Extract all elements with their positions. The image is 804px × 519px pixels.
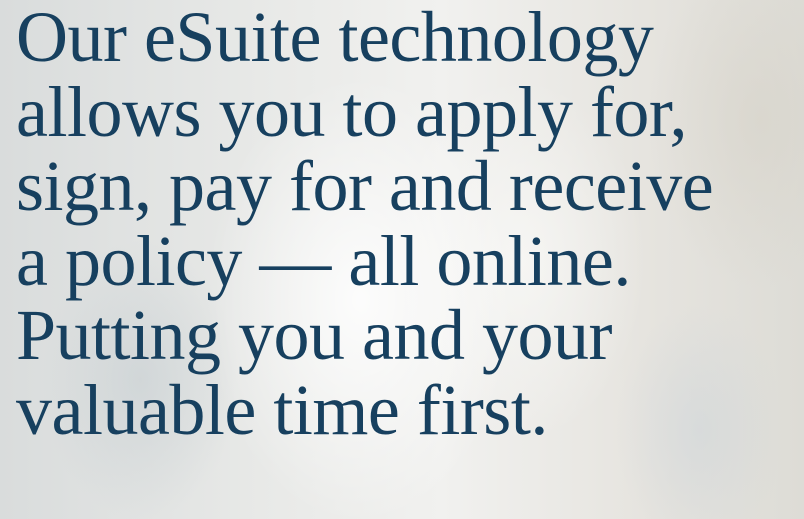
headline-line: allows you to apply for,	[16, 71, 688, 152]
headline-line: a policy — all online.	[16, 220, 631, 301]
hero-headline: Our eSuite technology allows you to appl…	[16, 0, 796, 447]
headline-line: Our eSuite technology	[16, 0, 654, 77]
headline-line: sign, pay for and receive	[16, 146, 714, 226]
headline-line: Putting you and your	[16, 295, 613, 375]
hero-banner: Our eSuite technology allows you to appl…	[0, 0, 804, 519]
headline-line: valuable time first.	[16, 369, 548, 450]
